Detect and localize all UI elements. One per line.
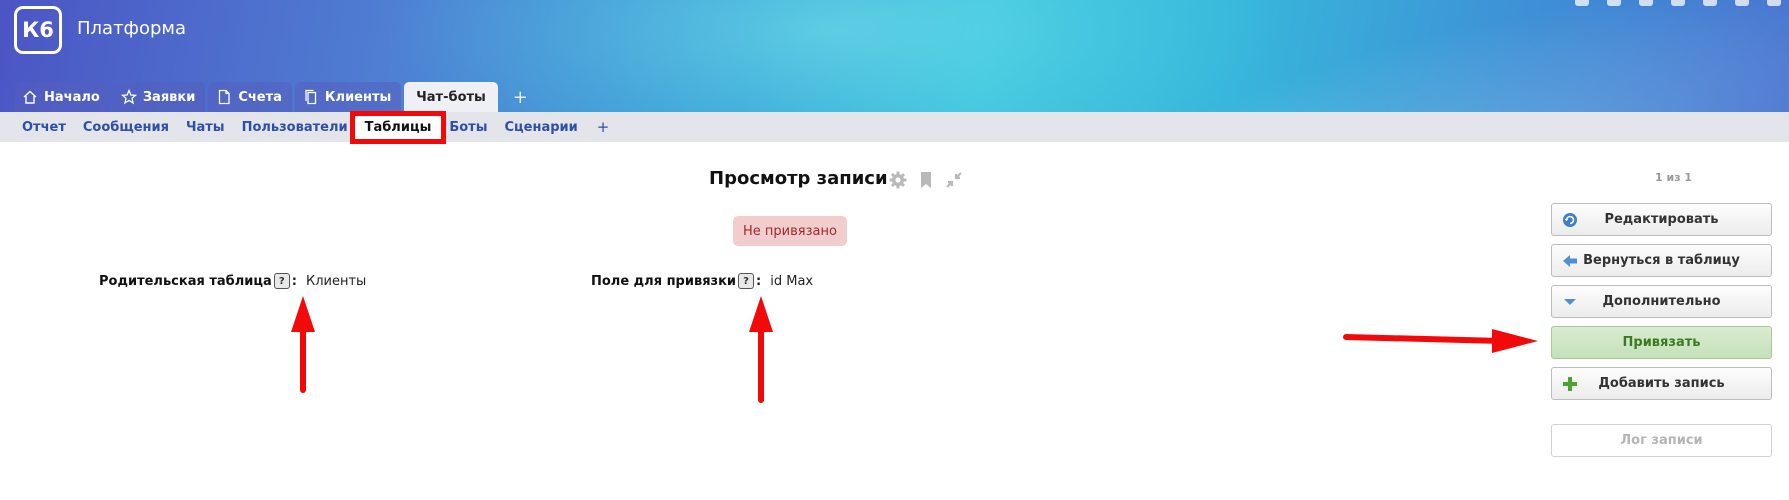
document-icon xyxy=(219,89,230,105)
add-tab-button[interactable]: + xyxy=(501,82,540,112)
field-colon: : xyxy=(756,273,762,289)
field-link-field: Поле для привязки ? : id Max xyxy=(591,273,813,289)
header-toolbar xyxy=(1575,0,1781,6)
add-record-button[interactable]: Добавить запись xyxy=(1551,367,1772,400)
field-label: Поле для привязки xyxy=(591,273,737,289)
annotation-arrow-right xyxy=(1343,329,1538,353)
help-icon[interactable]: ? xyxy=(738,273,755,289)
toolbar-icon[interactable] xyxy=(1607,0,1621,6)
bind-button[interactable]: Привязать xyxy=(1551,326,1772,359)
edit-button[interactable]: Редактировать xyxy=(1551,203,1772,236)
button-label: Добавить запись xyxy=(1598,376,1725,391)
app-header: К6 Платформа Начало Заявки Счета Клиенты… xyxy=(0,0,1789,112)
toolbar-icon[interactable] xyxy=(1735,0,1749,6)
sub-navigation: Отчет Сообщения Чаты Пользователи Таблиц… xyxy=(0,110,1789,144)
help-icon[interactable]: ? xyxy=(273,273,290,289)
status-badge: Не привязано xyxy=(733,216,847,246)
tab-clients[interactable]: Клиенты xyxy=(294,82,402,112)
subnav-item-report[interactable]: Отчет xyxy=(22,120,66,135)
tab-chatbots[interactable]: Чат-боты xyxy=(404,82,498,112)
toolbar-icon[interactable] xyxy=(1671,0,1685,6)
toolbar-icon[interactable] xyxy=(1639,0,1653,6)
button-label: Дополнительно xyxy=(1602,294,1721,309)
gear-icon[interactable] xyxy=(888,170,908,190)
title-toolbar xyxy=(888,170,964,190)
record-counter: 1 из 1 xyxy=(1655,171,1693,184)
subnav-item-scenarios[interactable]: Сценарии xyxy=(504,120,577,135)
triangle-down-icon xyxy=(1564,299,1576,305)
button-label: Привязать xyxy=(1622,335,1701,350)
subnav-item-users[interactable]: Пользователи xyxy=(242,120,348,135)
button-label: Лог записи xyxy=(1620,433,1703,448)
tab-label: Чат-боты xyxy=(416,89,486,105)
main-tabs: Начало Заявки Счета Клиенты Чат-боты + xyxy=(14,82,540,112)
more-button[interactable]: Дополнительно xyxy=(1551,285,1772,318)
bookmark-icon[interactable] xyxy=(916,170,936,190)
toolbar-icon[interactable] xyxy=(1575,0,1589,6)
toolbar-icon[interactable] xyxy=(1703,0,1717,6)
back-to-table-button[interactable]: Вернуться в таблицу xyxy=(1551,244,1772,277)
tab-home[interactable]: Начало xyxy=(14,82,110,112)
annotation-arrow-up-right xyxy=(749,296,773,403)
subnav-item-messages[interactable]: Сообщения xyxy=(83,120,169,135)
toolbar-icon[interactable] xyxy=(1767,0,1781,6)
tab-label: Начало xyxy=(44,89,100,105)
plus-icon xyxy=(1563,377,1577,391)
refresh-icon xyxy=(1563,213,1577,227)
tab-label: Счета xyxy=(238,89,282,105)
tab-label: Клиенты xyxy=(324,89,392,105)
app-title: Платформа xyxy=(77,18,186,39)
page-title: Просмотр записи xyxy=(709,168,888,189)
field-parent-table: Родительская таблица ? : Клиенты xyxy=(99,273,366,289)
field-colon: : xyxy=(291,273,297,289)
home-icon xyxy=(23,90,37,104)
tab-invoices[interactable]: Счета xyxy=(208,82,292,112)
button-label: Вернуться в таблицу xyxy=(1583,253,1740,268)
tab-requests[interactable]: Заявки xyxy=(112,82,206,112)
field-label: Родительская таблица xyxy=(99,273,272,289)
button-label: Редактировать xyxy=(1604,212,1719,227)
arrow-left-icon xyxy=(1563,255,1577,267)
subnav-add-button[interactable]: + xyxy=(597,118,610,136)
annotation-arrow-up-left xyxy=(291,296,315,393)
subnav-item-bots[interactable]: Боты xyxy=(449,120,487,135)
record-log-button[interactable]: Лог записи xyxy=(1551,424,1772,457)
subnav-item-chats[interactable]: Чаты xyxy=(186,120,225,135)
collapse-icon[interactable] xyxy=(944,170,964,190)
tab-label: Заявки xyxy=(142,89,196,105)
record-actions: Редактировать Вернуться в таблицу Дополн… xyxy=(1551,203,1772,465)
subnav-item-tables[interactable]: Таблицы xyxy=(349,110,447,144)
field-value: id Max xyxy=(770,273,814,289)
app-logo[interactable]: К6 xyxy=(14,6,62,54)
copy-icon xyxy=(305,89,317,105)
field-value: Клиенты xyxy=(305,273,367,289)
star-icon xyxy=(120,89,137,105)
